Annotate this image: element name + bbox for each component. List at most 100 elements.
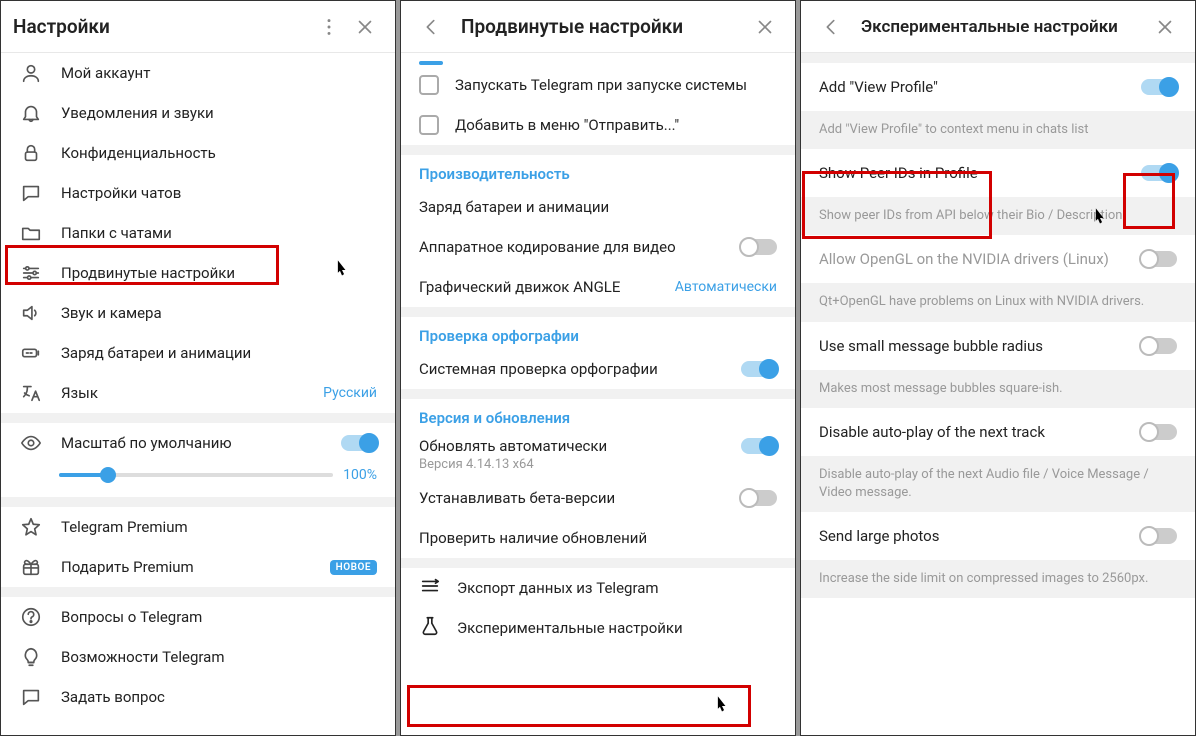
spell-toggle[interactable] xyxy=(741,361,777,377)
row-label: Папки с чатами xyxy=(61,224,377,242)
panel-header: Продвинутые настройки xyxy=(401,1,795,53)
row-language[interactable]: Язык Русский xyxy=(1,373,395,413)
toggle[interactable] xyxy=(1141,251,1177,267)
row-faq[interactable]: Вопросы о Telegram xyxy=(1,597,395,637)
toggle[interactable] xyxy=(1141,424,1177,440)
row-perf-battery[interactable]: Заряд батареи и анимации xyxy=(401,187,795,227)
battery-icon xyxy=(19,341,43,365)
row-export[interactable]: Экспорт данных из Telegram xyxy=(401,568,795,608)
version-text: Версия 4.14.13 x64 xyxy=(419,455,777,472)
toggle[interactable] xyxy=(1141,528,1177,544)
export-icon xyxy=(419,575,443,601)
panel-header: Настройки xyxy=(1,1,395,53)
row-ver-check[interactable]: Проверить наличие обновлений xyxy=(401,518,795,558)
row-ver-beta[interactable]: Устанавливать бета-версии xyxy=(401,478,795,518)
row-label: Заряд батареи и анимации xyxy=(61,344,377,362)
toggle[interactable] xyxy=(1141,79,1177,95)
highlight-box xyxy=(1123,173,1175,229)
auto-toggle[interactable] xyxy=(741,438,777,454)
bell-icon xyxy=(19,101,43,125)
row-label: Мой аккаунт xyxy=(61,64,377,82)
section-gap xyxy=(401,307,795,317)
row-premium[interactable]: Telegram Premium xyxy=(1,507,395,547)
beta-toggle[interactable] xyxy=(741,490,777,506)
row-label: Запускать Telegram при запуске системы xyxy=(455,76,777,94)
row-sendto[interactable]: Добавить в меню "Отправить..." xyxy=(401,105,795,145)
row-autostart[interactable]: Запускать Telegram при запуске системы xyxy=(401,65,795,105)
highlight-box xyxy=(5,245,279,285)
section-gap xyxy=(801,53,1195,63)
user-icon xyxy=(19,61,43,85)
section-gap xyxy=(1,587,395,597)
row-chat-settings[interactable]: Настройки чатов xyxy=(1,173,395,213)
row-label: Telegram Premium xyxy=(61,518,377,536)
back-icon[interactable] xyxy=(813,9,849,45)
section-gap xyxy=(401,558,795,568)
row-label: Звук и камера xyxy=(61,304,377,322)
row-gift[interactable]: Подарить Premium НОВОЕ xyxy=(1,547,395,587)
row-label: Send large photos xyxy=(819,527,1141,545)
folder-icon xyxy=(19,221,43,245)
star-icon xyxy=(19,515,43,539)
row-desc: Add "View Profile" to context menu in ch… xyxy=(801,111,1195,149)
back-icon[interactable] xyxy=(413,9,449,45)
section-title: Версия и обновления xyxy=(401,399,795,431)
row-bubble-radius[interactable]: Use small message bubble radius xyxy=(801,322,1195,370)
row-experimental[interactable]: Экспериментальные настройки xyxy=(401,608,795,648)
scale-slider[interactable] xyxy=(59,473,333,477)
row-ver-auto[interactable]: Обновлять автоматически Версия 4.14.13 x… xyxy=(401,431,795,478)
chat-icon xyxy=(19,181,43,205)
scale-toggle[interactable] xyxy=(341,435,377,451)
lock-icon xyxy=(19,141,43,165)
row-label: Обновлять автоматически xyxy=(419,437,741,455)
row-autoplay[interactable]: Disable auto-play of the next track xyxy=(801,408,1195,456)
row-ask[interactable]: Задать вопрос xyxy=(1,677,395,717)
row-desc: Makes most message bubbles square-ish. xyxy=(801,370,1195,408)
row-notifications[interactable]: Уведомления и звуки xyxy=(1,93,395,133)
toggle[interactable] xyxy=(1141,338,1177,354)
panel-content: Add "View Profile" Add "View Profile" to… xyxy=(801,53,1195,735)
row-label: Экспериментальные настройки xyxy=(457,619,777,637)
row-sound[interactable]: Звук и камера xyxy=(1,293,395,333)
close-icon[interactable] xyxy=(347,9,383,45)
settings-panel: Настройки Мой аккаунт Уведомления и звук… xyxy=(0,0,396,736)
row-view-profile[interactable]: Add "View Profile" xyxy=(801,63,1195,111)
checkbox[interactable] xyxy=(419,75,439,95)
row-spell[interactable]: Системная проверка орфографии xyxy=(401,349,795,389)
row-label: Графический движок ANGLE xyxy=(419,278,675,296)
section-gap xyxy=(401,389,795,399)
row-label: Заряд батареи и анимации xyxy=(419,198,777,216)
row-label: Добавить в меню "Отправить..." xyxy=(455,116,777,134)
close-icon[interactable] xyxy=(747,9,783,45)
highlight-box xyxy=(407,685,751,727)
row-battery[interactable]: Заряд батареи и анимации xyxy=(1,333,395,373)
row-label: Вопросы о Telegram xyxy=(61,608,377,626)
row-features[interactable]: Возможности Telegram xyxy=(1,637,395,677)
row-label: Язык xyxy=(61,384,323,402)
panel-header: Экспериментальные настройки xyxy=(801,1,1195,53)
section-gap xyxy=(1,497,395,507)
row-account[interactable]: Мой аккаунт xyxy=(1,53,395,93)
row-large-photos[interactable]: Send large photos xyxy=(801,512,1195,560)
panel-title: Продвинутые настройки xyxy=(461,15,747,38)
more-icon[interactable] xyxy=(311,9,347,45)
section-gap xyxy=(1,413,395,423)
row-label: Use small message bubble radius xyxy=(819,337,1141,355)
hw-toggle[interactable] xyxy=(741,239,777,255)
speaker-icon xyxy=(19,301,43,325)
panel-title: Экспериментальные настройки xyxy=(861,17,1147,37)
flask-icon xyxy=(419,615,443,641)
panel-content: Запускать Telegram при запуске системы Д… xyxy=(401,53,795,735)
row-value: Автоматически xyxy=(675,279,777,295)
row-perf-angle[interactable]: Графический движок ANGLE Автоматически xyxy=(401,267,795,307)
section-title: Производительность xyxy=(401,155,795,187)
row-scale[interactable]: Масштаб по умолчанию xyxy=(1,423,395,463)
checkbox[interactable] xyxy=(419,115,439,135)
row-perf-hw[interactable]: Аппаратное кодирование для видео xyxy=(401,227,795,267)
row-privacy[interactable]: Конфиденциальность xyxy=(1,133,395,173)
new-badge: НОВОЕ xyxy=(330,560,377,575)
row-label: Конфиденциальность xyxy=(61,144,377,162)
row-label: Add "View Profile" xyxy=(819,78,1141,96)
row-opengl[interactable]: Allow OpenGL on the NVIDIA drivers (Linu… xyxy=(801,235,1195,283)
close-icon[interactable] xyxy=(1147,9,1183,45)
